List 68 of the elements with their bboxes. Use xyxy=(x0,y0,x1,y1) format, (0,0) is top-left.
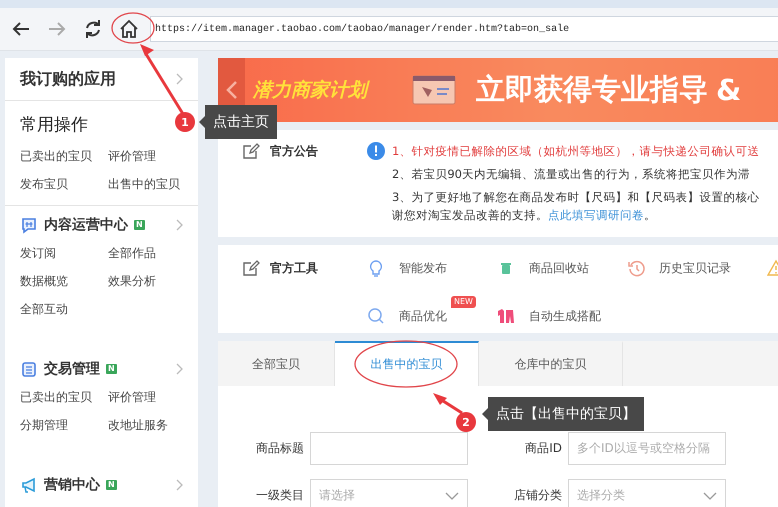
megaphone-icon xyxy=(20,476,38,494)
notice-text: 谢您对淘宝发品改善的支持。点此填写调研问卷。 xyxy=(392,207,657,224)
tool-link[interactable]: 智能发布 xyxy=(399,260,447,276)
placeholder-text: 选择分类 xyxy=(577,487,625,504)
sidebar-link[interactable]: 效果分析 xyxy=(108,272,184,290)
sidebar-link[interactable]: 全部互动 xyxy=(20,300,108,318)
browser-window-icon xyxy=(412,75,456,105)
home-icon[interactable] xyxy=(118,18,140,40)
field-label: 店铺分类 xyxy=(513,487,563,504)
callout-tooltip: 点击主页 xyxy=(199,105,277,139)
address-bar[interactable]: https://item.manager.taobao.com/taobao/manager/render.htm?tab=on_sale xyxy=(150,16,778,42)
tool-link[interactable]: 自动生成搭配 xyxy=(529,308,601,324)
sidebar-link[interactable]: 评价管理 xyxy=(108,147,184,165)
chevron-right-icon[interactable] xyxy=(176,363,184,375)
notice-text: 1、针对疫情已解除的区域（如杭州等地区），请与快递公司确认可送 xyxy=(392,143,760,160)
tab[interactable]: 出售中的宝贝 xyxy=(335,341,479,386)
banner-ampersand: & xyxy=(716,73,742,107)
notice-label: 官方公告 xyxy=(270,143,318,160)
chevron-down-icon xyxy=(445,492,459,500)
placeholder-text: 多个ID以逗号或空格分隔 xyxy=(577,440,710,457)
notice-text: 3、为了更好地了解您在商品发布时【尺码】和【尺码表】设置的核心 xyxy=(392,189,760,206)
tool-link[interactable]: 历史宝贝记录 xyxy=(659,260,731,276)
chat-icon xyxy=(20,216,38,234)
new-badge: N xyxy=(134,220,145,230)
section-title: 内容运营中心 xyxy=(44,216,128,234)
placeholder-text: 请选择 xyxy=(319,487,355,504)
highlight-ellipse xyxy=(111,12,155,44)
sidebar-link[interactable]: 发布宝贝 xyxy=(20,175,108,193)
sidebar-link[interactable]: 全部作品 xyxy=(108,244,184,262)
input-field[interactable] xyxy=(310,432,468,465)
edit-icon xyxy=(242,142,260,160)
sidebar-link[interactable]: 分期管理 xyxy=(20,416,108,434)
info-icon xyxy=(367,142,385,160)
sidebar-link[interactable]: 出售中的宝贝 xyxy=(108,175,184,193)
chevron-right-icon[interactable] xyxy=(176,479,184,491)
clothes-icon[interactable] xyxy=(497,307,515,325)
new-badge: N xyxy=(106,364,117,374)
bulb-icon[interactable] xyxy=(367,259,385,277)
tool-link[interactable]: 商品回收站 xyxy=(529,260,589,276)
sidebar-link[interactable]: 数据概览 xyxy=(20,272,108,290)
chevron-right-icon[interactable] xyxy=(176,219,184,231)
new-badge: NEW xyxy=(451,296,476,308)
section-title: 交易管理 xyxy=(44,360,100,378)
apps-title: 我订购的应用 xyxy=(20,68,116,90)
notice-text: 2、若宝贝90天内无编辑、流量或出售的行为，系统将把宝贝作为滞 xyxy=(392,166,751,183)
tools-label: 官方工具 xyxy=(270,260,318,276)
field-label: 商品标题 xyxy=(255,440,305,457)
chevron-down-icon xyxy=(703,492,717,500)
pointer-arrow xyxy=(140,44,184,115)
chevron-right-icon[interactable] xyxy=(176,73,184,85)
sidebar-link[interactable]: 已卖出的宝贝 xyxy=(20,147,108,165)
section-title: 营销中心 xyxy=(44,476,100,494)
sidebar-link[interactable]: 评价管理 xyxy=(108,388,184,406)
callout-tooltip: 点击【出售中的宝贝】 xyxy=(482,397,644,431)
sidebar-link[interactable]: 发订阅 xyxy=(20,244,108,262)
field-label: 一级类目 xyxy=(255,487,305,504)
list-icon xyxy=(20,360,38,378)
new-badge: N xyxy=(106,480,117,490)
field-label: 商品ID xyxy=(524,440,563,457)
edit-icon xyxy=(242,259,260,277)
sidebar-link[interactable]: 已卖出的宝贝 xyxy=(20,388,108,406)
section-title: 常用操作 xyxy=(20,114,88,136)
tool-link[interactable]: 商品优化 xyxy=(399,308,447,324)
history-icon[interactable] xyxy=(627,259,645,277)
pointer-arrow xyxy=(433,393,463,414)
search-icon[interactable] xyxy=(367,307,385,325)
sidebar-link[interactable]: 改地址服务 xyxy=(108,416,184,434)
banner-headline: 立即获得专业指导 xyxy=(476,71,708,108)
